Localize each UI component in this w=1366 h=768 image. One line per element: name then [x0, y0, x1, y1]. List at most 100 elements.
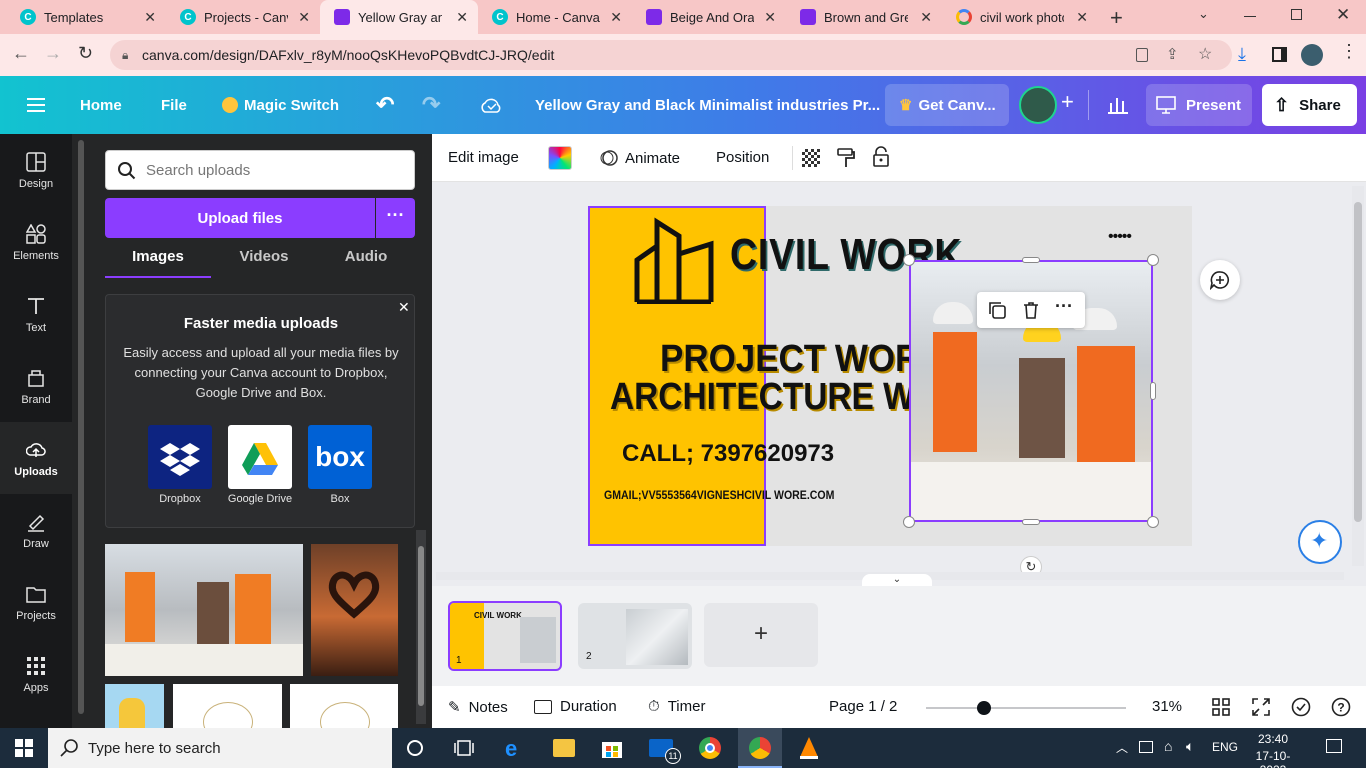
- edit-image-button[interactable]: Edit image: [448, 149, 519, 166]
- more-options-icon[interactable]: ···: [1055, 296, 1073, 317]
- rail-item-apps[interactable]: Apps: [0, 638, 72, 710]
- fullscreen-icon[interactable]: [1252, 698, 1270, 716]
- upload-more-options-icon[interactable]: ···: [376, 198, 415, 238]
- timer-button[interactable]: ⏱ Timer: [648, 698, 705, 715]
- close-tab-icon[interactable]: ✕: [456, 9, 468, 26]
- home-button[interactable]: Home: [80, 76, 122, 134]
- lock-icon[interactable]: [872, 146, 890, 168]
- search-uploads-field[interactable]: Search uploads: [105, 150, 415, 190]
- rail-item-elements[interactable]: Elements: [0, 206, 72, 278]
- upload-thumbnail-logo[interactable]: [290, 684, 398, 742]
- add-page-button[interactable]: +: [704, 603, 818, 667]
- browser-tab-brown[interactable]: Brown and Gree ✕: [786, 0, 942, 34]
- clock-time[interactable]: 23:40: [1248, 732, 1298, 746]
- tab-videos[interactable]: Videos: [211, 248, 317, 278]
- store-icon[interactable]: [601, 737, 623, 759]
- page-thumbnail-2[interactable]: 2: [578, 603, 692, 669]
- volume-icon[interactable]: 🔈︎: [1186, 738, 1194, 755]
- transparency-icon[interactable]: [802, 149, 820, 167]
- redo-icon[interactable]: ↷: [422, 76, 440, 134]
- close-tab-icon[interactable]: ✕: [298, 9, 310, 26]
- paint-roller-icon[interactable]: [836, 147, 856, 169]
- page-indicator[interactable]: Page 1 / 2: [829, 698, 897, 715]
- tab-search-chevron-icon[interactable]: ⌄: [1198, 6, 1209, 22]
- edge-icon[interactable]: e: [505, 736, 517, 762]
- restore-icon[interactable]: [1291, 9, 1302, 20]
- uploads-scrollbar[interactable]: [416, 530, 426, 724]
- gmail-text[interactable]: GMAIL;VV5553564VIGNESHCIVIL WORE.COM: [604, 488, 834, 502]
- cortana-icon[interactable]: [407, 740, 423, 756]
- clock-date[interactable]: 17-10-2023: [1243, 749, 1303, 768]
- browser-tab-projects[interactable]: C Projects - Canva ✕: [166, 0, 320, 34]
- back-icon[interactable]: ←: [12, 43, 30, 64]
- rail-item-text[interactable]: Text: [0, 278, 72, 350]
- resize-handle[interactable]: [903, 254, 915, 266]
- color-picker-icon[interactable]: [548, 146, 572, 170]
- call-number-text[interactable]: CALL; 7397620973: [622, 440, 834, 468]
- rail-item-brand[interactable]: Brand: [0, 350, 72, 422]
- tab-audio[interactable]: Audio: [317, 248, 415, 278]
- browser-tab-active-design[interactable]: Yellow Gray and ✕: [320, 0, 478, 34]
- network-icon[interactable]: ⌂: [1164, 738, 1172, 754]
- upload-thumbnail-heart-sunset[interactable]: [311, 544, 398, 676]
- browser-tab-beige[interactable]: Beige And Oran ✕: [632, 0, 786, 34]
- stage-scrollbar[interactable]: [1352, 186, 1364, 566]
- resize-handle[interactable]: [1147, 516, 1159, 528]
- resize-handle[interactable]: [1022, 257, 1040, 263]
- google-drive-button[interactable]: [228, 425, 292, 489]
- building-logo-icon[interactable]: [634, 210, 716, 304]
- resize-handle[interactable]: [1147, 254, 1159, 266]
- browser-tab-home[interactable]: C Home - Canva ✕: [478, 0, 632, 34]
- uploads-scroll-thumb[interactable]: [418, 546, 424, 706]
- reload-icon[interactable]: ↻: [78, 43, 93, 64]
- rail-item-draw[interactable]: Draw: [0, 494, 72, 566]
- add-collaborator-icon[interactable]: +: [1061, 89, 1074, 115]
- close-icon[interactable]: ✕: [398, 299, 410, 316]
- box-button[interactable]: box: [308, 425, 372, 489]
- duplicate-icon[interactable]: [987, 300, 1007, 320]
- magic-assistant-button[interactable]: ✦: [1298, 520, 1342, 564]
- dropbox-button[interactable]: [148, 425, 212, 489]
- get-canva-pro-button[interactable]: ♛ Get Canv...: [885, 84, 1009, 126]
- download-icon[interactable]: ⤓: [1238, 44, 1246, 65]
- duration-button[interactable]: Duration: [534, 698, 617, 715]
- close-tab-icon[interactable]: ✕: [610, 9, 622, 26]
- rail-item-uploads[interactable]: Uploads: [0, 422, 72, 494]
- document-title[interactable]: Yellow Gray and Black Minimalist industr…: [535, 76, 880, 134]
- new-tab-icon[interactable]: +: [1110, 5, 1123, 31]
- address-field[interactable]: 🔒︎ canva.com/design/DAFxlv_r8yM/nooQsKHe…: [110, 40, 1232, 70]
- page-thumbnail-1[interactable]: CIVIL WORK 1: [448, 601, 562, 671]
- upload-thumbnail-workers[interactable]: [105, 544, 303, 676]
- side-panel-icon[interactable]: [1272, 47, 1287, 62]
- delete-icon[interactable]: [1021, 300, 1041, 320]
- browser-menu-icon[interactable]: ⋮: [1340, 41, 1358, 62]
- decor-dots[interactable]: •••••: [1108, 228, 1132, 246]
- upload-thumbnail-logo[interactable]: [173, 684, 282, 742]
- stage-scroll-thumb[interactable]: [1354, 202, 1362, 522]
- close-window-icon[interactable]: ✕: [1336, 5, 1350, 25]
- collapse-pages-chevron-icon[interactable]: ⌄: [862, 574, 932, 586]
- resize-handle[interactable]: [1022, 519, 1040, 525]
- animate-button[interactable]: Animate: [600, 149, 680, 167]
- file-menu-button[interactable]: File: [161, 76, 187, 134]
- check-circle-icon[interactable]: [1291, 697, 1311, 717]
- cloud-saved-icon[interactable]: [480, 76, 502, 134]
- panel-scroll-thumb[interactable]: [78, 140, 84, 714]
- browser-tab-google[interactable]: civil work photo ✕: [942, 0, 1098, 34]
- notifications-icon[interactable]: [1326, 739, 1342, 753]
- help-icon[interactable]: ?: [1331, 697, 1351, 717]
- rail-item-projects[interactable]: Projects: [0, 566, 72, 638]
- upload-thumbnail-cartoon[interactable]: [105, 684, 164, 728]
- copy-page-icon[interactable]: [1136, 48, 1148, 62]
- language-indicator[interactable]: ENG: [1212, 740, 1238, 754]
- close-tab-icon[interactable]: ✕: [1076, 9, 1088, 26]
- windows-start-icon[interactable]: [15, 739, 33, 757]
- taskbar-search-box[interactable]: Type here to search: [48, 728, 392, 768]
- profile-avatar[interactable]: [1301, 44, 1323, 66]
- share-page-icon[interactable]: ⇪: [1166, 40, 1179, 70]
- vlc-icon[interactable]: [798, 736, 820, 760]
- share-button[interactable]: ⇧ Share: [1262, 84, 1357, 126]
- resize-handle[interactable]: [903, 516, 915, 528]
- zoom-slider-track[interactable]: [926, 707, 1126, 709]
- task-view-icon[interactable]: [454, 739, 474, 757]
